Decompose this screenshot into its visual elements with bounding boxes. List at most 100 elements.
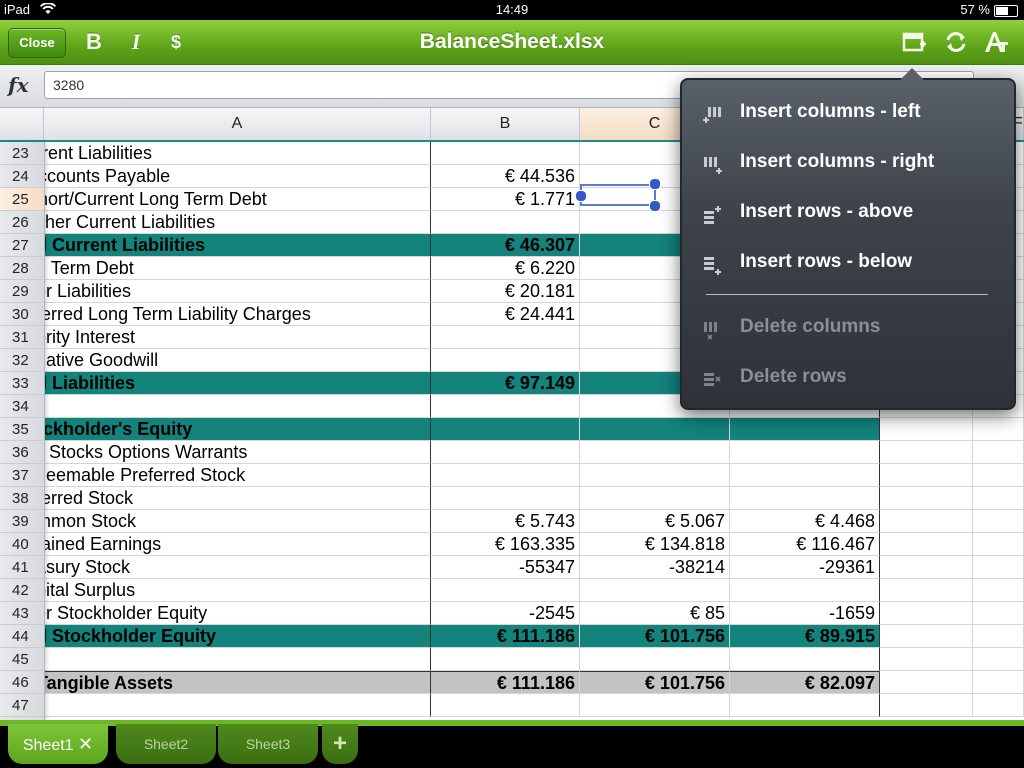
cell-a[interactable] — [44, 694, 431, 717]
cell-a[interactable]: tockholder's Equity — [44, 418, 431, 441]
cell-e[interactable] — [880, 579, 973, 602]
cell-a[interactable]: tal Liabilities — [44, 372, 431, 395]
cell-b[interactable] — [431, 211, 580, 234]
row-header[interactable]: 47 — [0, 694, 44, 717]
cell-b[interactable]: € 97.149 — [431, 372, 580, 395]
row-header[interactable]: 25 — [0, 188, 44, 211]
cell-f[interactable] — [973, 418, 1024, 441]
cell-c[interactable]: € 134.818 — [580, 533, 730, 556]
cell-a[interactable]: eferred Stock — [44, 487, 431, 510]
cell-b[interactable]: € 5.743 — [431, 510, 580, 533]
cell-d[interactable]: -1659 — [730, 602, 880, 625]
cell-f[interactable] — [973, 625, 1024, 648]
tab-sheet2[interactable]: Sheet2 — [116, 724, 216, 764]
row-header[interactable]: 37 — [0, 464, 44, 487]
cell-b[interactable] — [431, 487, 580, 510]
cell-d[interactable]: € 4.468 — [730, 510, 880, 533]
currency-format-icon[interactable]: $ — [162, 28, 190, 56]
row-header[interactable]: 29 — [0, 280, 44, 303]
cell-b[interactable] — [431, 326, 580, 349]
cell-a[interactable]: egative Goodwill — [44, 349, 431, 372]
cell-a[interactable]: sc Stocks Options Warrants — [44, 441, 431, 464]
cell-a[interactable]: tal Stockholder Equity — [44, 625, 431, 648]
selected-cell[interactable] — [575, 178, 661, 212]
cell-c[interactable]: -38214 — [580, 556, 730, 579]
cell-b[interactable]: € 111.186 — [431, 625, 580, 648]
row-header[interactable]: 42 — [0, 579, 44, 602]
cell-b[interactable]: -2545 — [431, 602, 580, 625]
cell-e[interactable] — [880, 602, 973, 625]
cell-e[interactable] — [880, 533, 973, 556]
cell-c[interactable]: € 5.067 — [580, 510, 730, 533]
cell-b[interactable]: € 111.186 — [431, 671, 580, 694]
row-header[interactable]: 31 — [0, 326, 44, 349]
cell-e[interactable] — [880, 648, 973, 671]
cell-f[interactable] — [973, 510, 1024, 533]
row-header[interactable]: 40 — [0, 533, 44, 556]
cell-e[interactable] — [880, 556, 973, 579]
column-header-a[interactable]: A — [44, 108, 431, 140]
cell-f[interactable] — [973, 533, 1024, 556]
cell-a[interactable]: edeemable Preferred Stock — [44, 464, 431, 487]
cell-c[interactable]: € 101.756 — [580, 625, 730, 648]
cell-a[interactable]: etained Earnings — [44, 533, 431, 556]
cell-d[interactable] — [730, 418, 880, 441]
row-header[interactable]: 39 — [0, 510, 44, 533]
cell-a[interactable]: her Liabilities — [44, 280, 431, 303]
row-header[interactable]: 46 — [0, 671, 44, 694]
row-header[interactable]: 27 — [0, 234, 44, 257]
cell-f[interactable] — [973, 671, 1024, 694]
cell-c[interactable]: € 101.756 — [580, 671, 730, 694]
cell-b[interactable] — [431, 349, 580, 372]
cell-a[interactable]: tal Current Liabilities — [44, 234, 431, 257]
cell-b[interactable]: € 46.307 — [431, 234, 580, 257]
cell-a[interactable]: her Stockholder Equity — [44, 602, 431, 625]
cell-b[interactable] — [431, 694, 580, 717]
cell-d[interactable] — [730, 487, 880, 510]
cell-e[interactable] — [880, 625, 973, 648]
cell-b[interactable] — [431, 441, 580, 464]
cell-a[interactable]: easury Stock — [44, 556, 431, 579]
cell-a[interactable]: Short/Current Long Term Debt — [44, 188, 431, 211]
cell-a[interactable] — [44, 648, 431, 671]
row-header[interactable]: 44 — [0, 625, 44, 648]
menu-item-insert-columns-right[interactable]: Insert columns - right — [694, 140, 994, 184]
row-header[interactable]: 38 — [0, 487, 44, 510]
cell-e[interactable] — [880, 694, 973, 717]
menu-item-insert-rows-below[interactable]: Insert rows - below — [694, 240, 994, 284]
cell-e[interactable] — [880, 464, 973, 487]
menu-item-insert-columns-left[interactable]: Insert columns - left — [694, 90, 994, 134]
cell-e[interactable] — [880, 487, 973, 510]
cell-a[interactable] — [44, 395, 431, 418]
row-header[interactable]: 36 — [0, 441, 44, 464]
row-header[interactable]: 35 — [0, 418, 44, 441]
cell-f[interactable] — [973, 487, 1024, 510]
row-header[interactable]: 41 — [0, 556, 44, 579]
cell-c[interactable] — [580, 487, 730, 510]
row-header[interactable]: 34 — [0, 395, 44, 418]
tab-sheet1[interactable]: Sheet1 ✕ — [8, 724, 108, 764]
row-header[interactable]: 33 — [0, 372, 44, 395]
cell-b[interactable]: € 6.220 — [431, 257, 580, 280]
sync-icon[interactable] — [942, 28, 970, 56]
cell-b[interactable] — [431, 395, 580, 418]
row-header[interactable]: 23 — [0, 142, 44, 165]
cell-a[interactable]: apital Surplus — [44, 579, 431, 602]
cell-c[interactable]: € 85 — [580, 602, 730, 625]
row-header[interactable]: 28 — [0, 257, 44, 280]
cell-e[interactable] — [880, 671, 973, 694]
cell-b[interactable] — [431, 464, 580, 487]
cell-b[interactable] — [431, 418, 580, 441]
cell-b[interactable]: € 44.536 — [431, 165, 580, 188]
cell-f[interactable] — [973, 602, 1024, 625]
cell-b[interactable]: € 163.335 — [431, 533, 580, 556]
add-sheet-button[interactable]: + — [322, 724, 358, 764]
cell-f[interactable] — [973, 579, 1024, 602]
menu-item-insert-rows-above[interactable]: Insert rows - above — [694, 190, 994, 234]
cell-a[interactable]: urrent Liabilities — [44, 142, 431, 165]
cell-d[interactable] — [730, 441, 880, 464]
column-header-b[interactable]: B — [431, 108, 580, 140]
cell-e[interactable] — [880, 418, 973, 441]
cell-e[interactable] — [880, 510, 973, 533]
cell-c[interactable] — [580, 441, 730, 464]
